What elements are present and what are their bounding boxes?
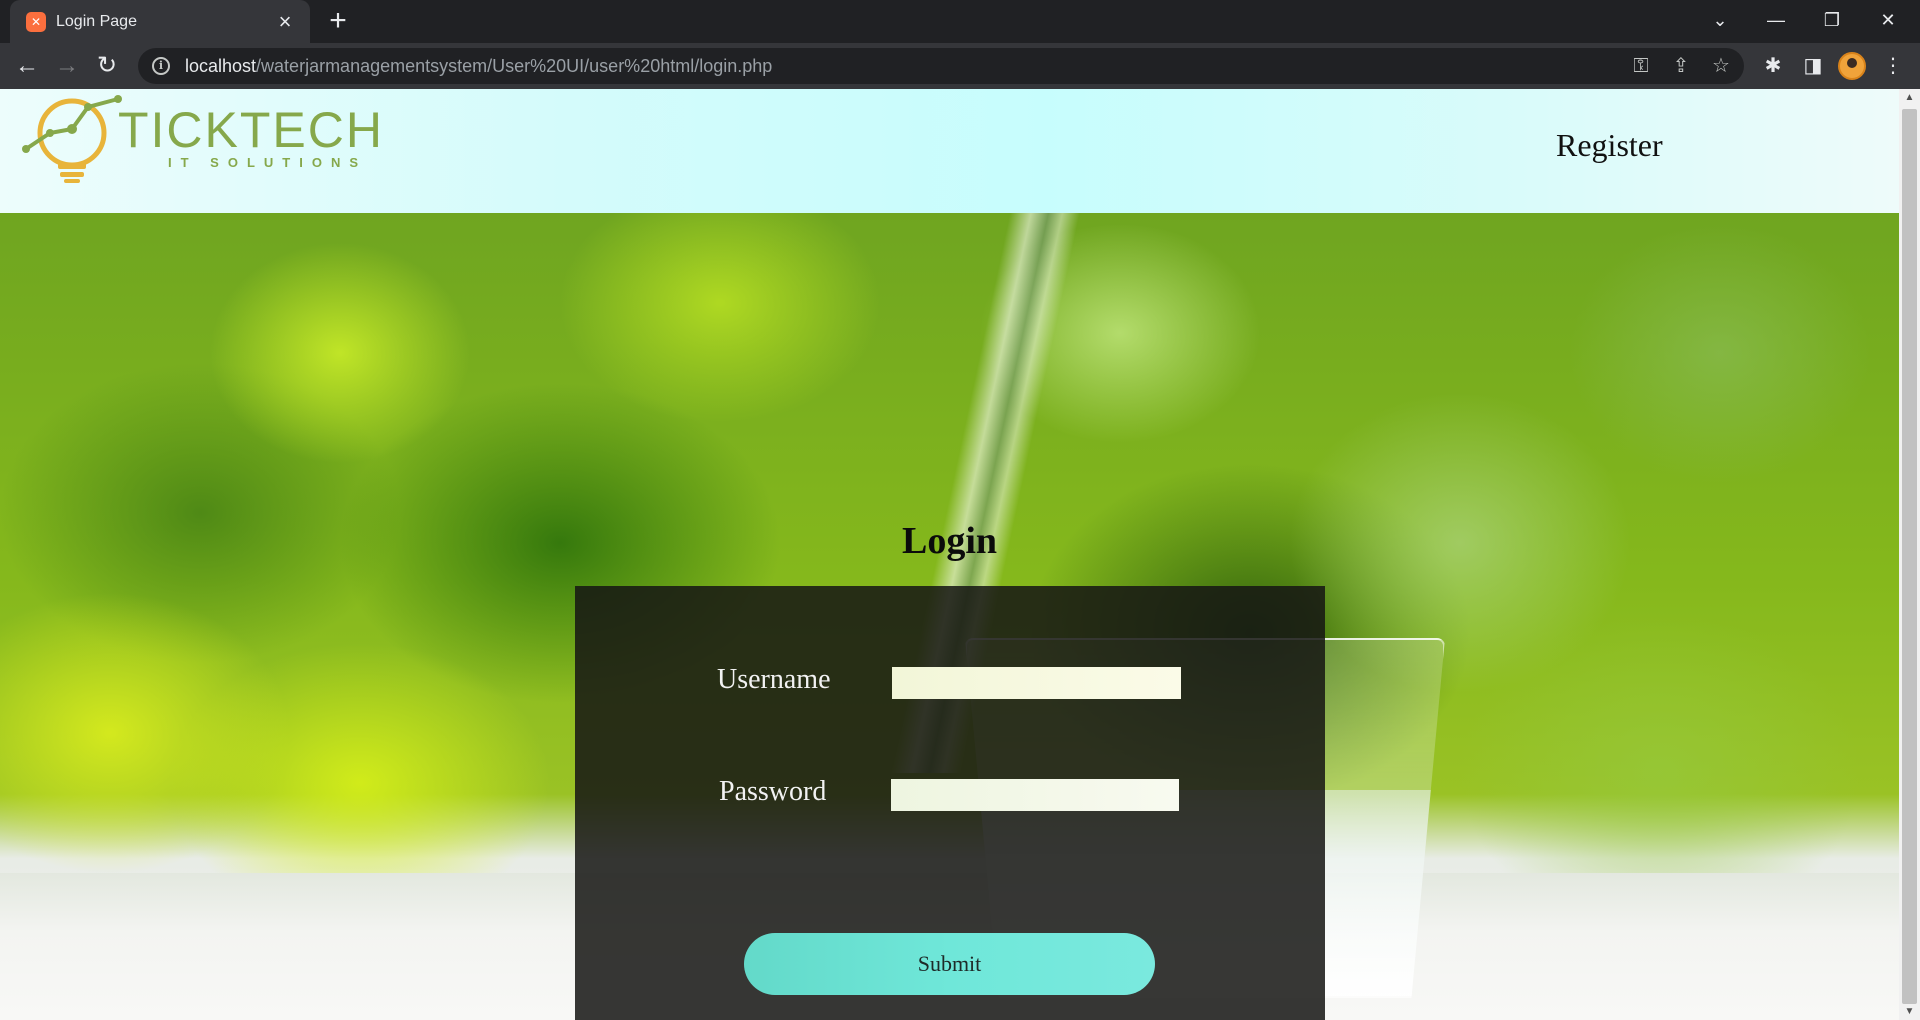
login-title: Login <box>901 520 998 562</box>
key-icon[interactable]: ⚿ <box>1624 48 1658 84</box>
browser-toolbar: ← → ↻ i localhost/waterjarmanagementsyst… <box>0 43 1920 89</box>
forward-icon[interactable]: → <box>50 49 84 83</box>
scroll-down-arrow-icon[interactable]: ▼ <box>1899 1003 1920 1020</box>
username-input[interactable] <box>892 667 1181 699</box>
profile-avatar[interactable] <box>1838 52 1866 80</box>
logo-wordmark: TICKTECH <box>118 102 384 158</box>
browser-tabstrip: ✕ Login Page × + ⌄ — ❐ ✕ <box>0 0 1920 43</box>
scroll-thumb[interactable] <box>1902 109 1917 1004</box>
ticktech-logo[interactable]: TICKTECH IT SOLUTIONS <box>22 93 442 185</box>
register-link[interactable]: Register <box>1556 127 1663 164</box>
url-text[interactable]: localhost/waterjarmanagementsystem/User%… <box>185 56 772 77</box>
scroll-up-arrow-icon[interactable]: ▲ <box>1899 89 1920 106</box>
menu-kebab-icon[interactable]: ⋮ <box>1876 49 1910 83</box>
tab-close-icon[interactable]: × <box>272 9 298 35</box>
page-scrollbar[interactable]: ▲ ▼ <box>1899 89 1920 1020</box>
site-info-icon[interactable]: i <box>152 57 170 75</box>
restore-icon[interactable]: ❐ <box>1804 0 1860 40</box>
browser-tab[interactable]: ✕ Login Page × <box>10 0 310 43</box>
minimize-icon[interactable]: — <box>1748 0 1804 40</box>
share-icon[interactable]: ⇪ <box>1664 48 1698 84</box>
password-input[interactable] <box>891 779 1179 811</box>
new-tab-icon[interactable]: + <box>322 6 354 38</box>
reload-icon[interactable]: ↻ <box>90 49 124 83</box>
bookmark-star-icon[interactable]: ☆ <box>1704 48 1738 84</box>
tab-title: Login Page <box>56 12 137 30</box>
page-viewport: TICKTECH IT SOLUTIONS Register Login Use… <box>0 89 1899 1020</box>
extensions-icon[interactable]: ✱ <box>1756 49 1790 83</box>
side-panel-icon[interactable]: ◨ <box>1796 49 1830 83</box>
login-form: Username Password Submit <box>575 586 1325 1020</box>
logo-tagline: IT SOLUTIONS <box>168 155 367 170</box>
close-window-icon[interactable]: ✕ <box>1860 0 1916 40</box>
back-icon[interactable]: ← <box>10 49 44 83</box>
submit-button[interactable]: Submit <box>744 933 1155 995</box>
tab-search-icon[interactable]: ⌄ <box>1692 0 1748 40</box>
address-bar[interactable]: i localhost/waterjarmanagementsystem/Use… <box>138 48 1744 84</box>
username-label: Username <box>717 664 831 695</box>
xampp-icon: ✕ <box>26 11 46 32</box>
site-header: TICKTECH IT SOLUTIONS Register <box>0 89 1899 213</box>
password-label: Password <box>719 776 827 807</box>
